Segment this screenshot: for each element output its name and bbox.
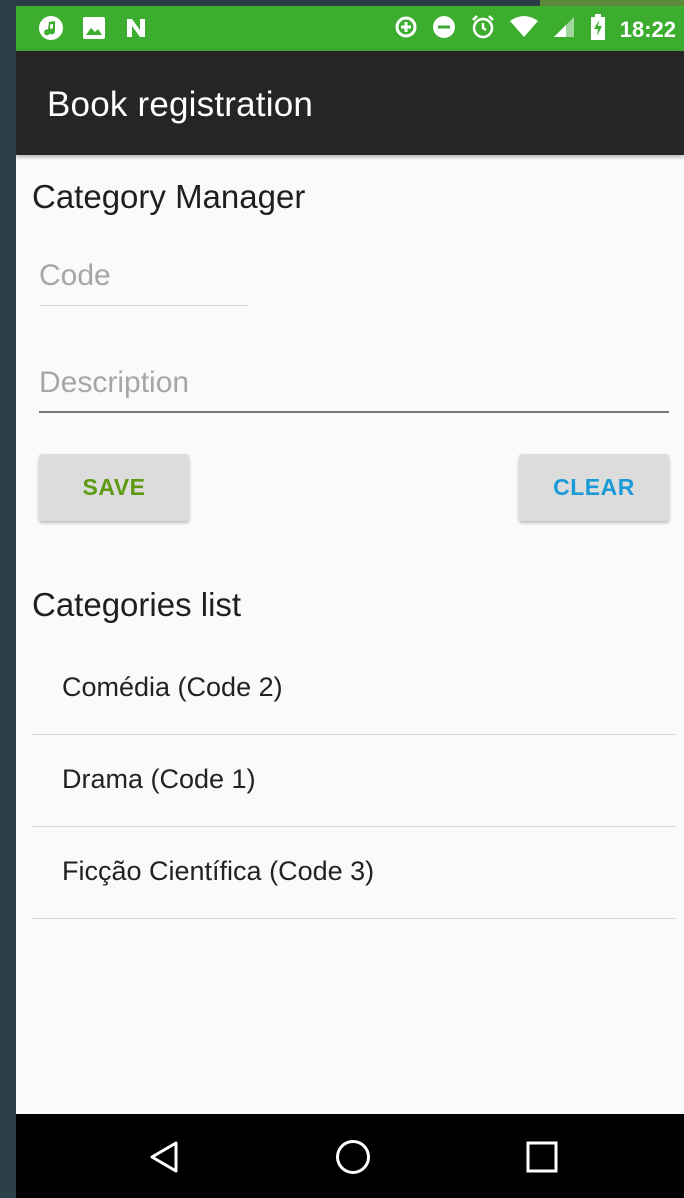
list-item[interactable]: Comédia (Code 2) — [32, 642, 676, 735]
recents-icon[interactable] — [526, 1141, 558, 1178]
list-item[interactable]: Drama (Code 1) — [32, 734, 676, 827]
app-bar: Book registration — [16, 51, 684, 155]
status-time: 18:22 — [619, 16, 676, 42]
save-button[interactable]: SAVE — [39, 454, 189, 521]
n-notification-icon — [124, 16, 148, 45]
music-note-icon — [38, 15, 64, 46]
category-manager-title: Category Manager — [32, 178, 306, 215]
data-saver-icon — [394, 15, 418, 44]
wifi-icon — [509, 15, 538, 44]
image-icon — [82, 16, 106, 45]
clear-button[interactable]: CLEAR — [519, 454, 669, 521]
code-input[interactable] — [39, 259, 249, 293]
code-underline — [39, 305, 249, 306]
phone-screen: 18:22 Book registration Category Manager… — [16, 6, 684, 1198]
home-icon[interactable] — [335, 1139, 371, 1180]
cell-signal-icon — [552, 15, 576, 44]
list-item-label: Drama (Code 1) — [62, 764, 256, 794]
back-icon[interactable] — [148, 1140, 182, 1179]
description-underline — [39, 411, 669, 413]
code-field-wrapper — [39, 259, 249, 306]
app-title: Book registration — [47, 85, 314, 124]
list-item-label: Comédia (Code 2) — [62, 672, 283, 702]
status-bar: 18:22 — [16, 6, 684, 51]
background-edge — [0, 0, 16, 1198]
list-item[interactable]: Ficção Científica (Code 3) — [32, 826, 676, 919]
description-input[interactable] — [39, 366, 669, 400]
categories-list-title: Categories list — [32, 586, 242, 623]
alarm-icon — [470, 14, 496, 45]
battery-charging-icon — [590, 14, 606, 45]
navigation-bar — [16, 1114, 684, 1198]
do-not-disturb-icon — [432, 15, 456, 44]
description-field-wrapper — [39, 366, 669, 413]
list-item-label: Ficção Científica (Code 3) — [62, 856, 375, 886]
